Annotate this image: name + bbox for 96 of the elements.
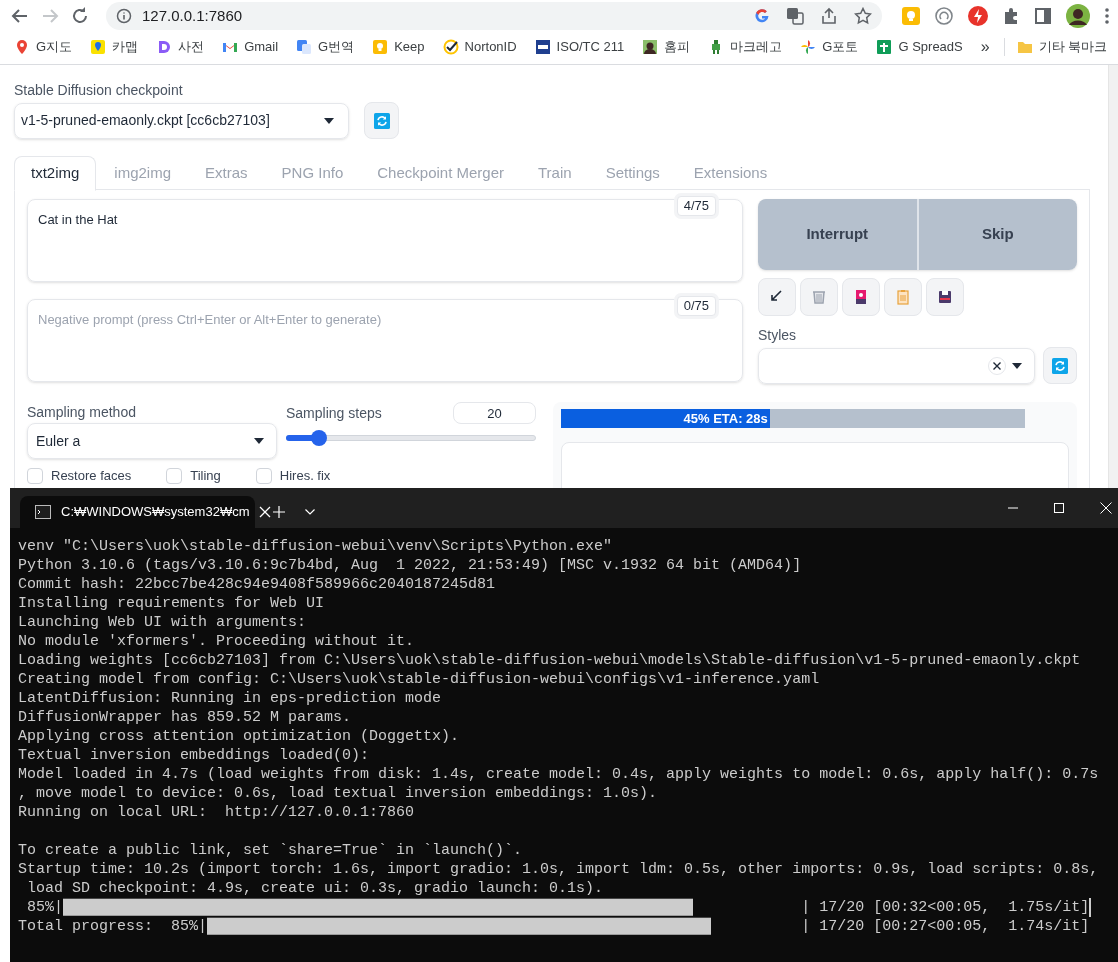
terminal-line: Applying cross attention optimization (Doggettx). — [18, 727, 460, 746]
field-label: Sampling method — [27, 403, 137, 421]
sampler-dropdown[interactable]: Euler a — [27, 423, 277, 459]
bookmark[interactable]: NortonID — [436, 34, 523, 59]
progress-fill: 45% ETA: 28s — [561, 409, 770, 428]
maximize-icon[interactable] — [1054, 503, 1064, 513]
terminal-line: Launching Web UI with arguments: — [18, 613, 307, 632]
terminal-line: Total progress: 85%|████████████████████████████████████████████████████████ | 17/20 [00:27<00:05, 1.74s/it] — [18, 917, 1090, 936]
tool-button[interactable] — [842, 278, 880, 316]
terminal-line: No module 'xformers'. Proceeding without it. — [18, 632, 415, 651]
checkbox[interactable]: Tiling — [166, 468, 221, 484]
translate-icon[interactable] — [786, 7, 804, 25]
close-icon[interactable] — [259, 506, 272, 518]
other-bookmarks[interactable]: 기타 북마크 — [1012, 36, 1112, 57]
bookmark[interactable]: 카맵 — [84, 34, 145, 59]
console-icon — [35, 505, 51, 519]
action-button[interactable]: Skip — [916, 199, 1077, 270]
avatar-icon[interactable] — [1066, 4, 1090, 28]
terminal-line: Commit hash: 22bcc7be428c94e9408f589966c2040187245d81 — [18, 575, 496, 594]
refresh-icon — [373, 112, 390, 129]
terminal-line: load SD checkpoint: 4.9s, create ui: 0.3s, gradio launch: 0.1s). — [26, 879, 604, 898]
field-label: Sampling steps — [286, 404, 382, 422]
terminal-line: LatentDiffusion: Running in eps-prediction mode — [18, 689, 442, 708]
terminal-line: Startup time: 10.2s (import torch: 1.6s, import gradio: 1.0s, import ldm: 0.5s, other imports: 0.9s, load scripts: 0.8s, — [18, 860, 1099, 879]
terminal-line: Running on local URL: http://127.0.0.1:7860 — [18, 803, 415, 822]
multicolor-g-icon — [754, 8, 770, 24]
checkbox[interactable]: Restore faces — [27, 468, 132, 484]
clear-icon[interactable] — [988, 356, 1006, 375]
token-counter: 4/75 — [676, 196, 716, 216]
pin-square-icon — [90, 38, 107, 55]
dictionary-icon — [156, 38, 173, 55]
info-icon — [116, 8, 132, 24]
terminal-line: To create a public link, set `share=True` in `launch()`. — [18, 841, 523, 860]
close-icon[interactable] — [1100, 502, 1112, 514]
square-icon — [534, 38, 551, 55]
address-bar[interactable]: 127.0.0.1:7860 — [106, 2, 882, 30]
field-label: Stable Diffusion checkpoint — [14, 81, 184, 99]
side-panel-icon[interactable] — [1034, 7, 1052, 25]
url-text: 127.0.0.1:7860 — [142, 5, 243, 26]
star-icon[interactable] — [854, 7, 872, 25]
bookmark[interactable]: Gmail — [216, 34, 285, 59]
chevron-down-icon[interactable] — [305, 509, 315, 515]
save-icon — [936, 288, 954, 306]
terminal-line: venv "C:\Users\uok\stable-diffusion-webui\venv\Scripts\Python.exe" — [18, 537, 613, 556]
trash-icon — [810, 288, 828, 306]
bookmark[interactable]: 홈피 — [636, 34, 697, 59]
terminal-line: Model loaded in 4.7s (load weights from disk: 1.4s, create model: 0.4s, apply weights to model: 0.6s, apply half(): 0.7s — [18, 765, 1099, 784]
more-icon[interactable] — [1104, 7, 1110, 25]
terminal-line: Creating model from config: C:\Users\uok\stable-diffusion-webui\configs\v1-inference.yaml — [18, 670, 820, 689]
extensions-icon[interactable] — [1002, 7, 1020, 25]
translate-icon — [296, 38, 313, 55]
terminal-line: DiffusionWrapper has 859.52 M params. — [18, 708, 352, 727]
bookmark[interactable]: G지도 — [8, 34, 79, 59]
tab[interactable]: txt2img — [14, 156, 97, 191]
refresh-button[interactable] — [1043, 347, 1077, 384]
caret-icon — [324, 117, 334, 124]
field-label: Styles — [758, 326, 798, 344]
overflow-button[interactable]: » — [974, 34, 996, 59]
scrollbar[interactable] — [1108, 65, 1118, 488]
bookmark[interactable]: Keep — [366, 34, 431, 59]
caret-icon — [1012, 362, 1022, 369]
terminal-line: Python 3.10.6 (tags/v3.10.6:9c7b4bd, Aug 1 2022, 21:53:49) [MSC v.1932 64 bit (AMD64)] — [18, 556, 802, 575]
steps-input[interactable]: 20 — [453, 402, 536, 424]
caret-icon — [254, 438, 264, 444]
clipboard-icon — [894, 288, 912, 306]
bookmark[interactable]: ISO/TC 211 — [528, 34, 631, 59]
bulb-icon — [372, 38, 389, 55]
tab-title: C:₩WINDOWS₩system32₩cm — [61, 503, 250, 522]
terminal-line: Loading weights [cc6cb27103] from C:\Users\uok\stable-diffusion-webui\models\Stable-diffusion\v1-5-pruned-emaonly.ckpt — [18, 651, 1081, 670]
steps-slider[interactable] — [286, 430, 536, 446]
spreadsheet-icon — [876, 38, 893, 55]
terminal-line: , move model to device: 0.6s, load textual inversion embeddings: 1.0s). — [18, 784, 658, 803]
plus-icon[interactable] — [273, 506, 285, 518]
action-button[interactable]: Interrupt — [758, 199, 917, 270]
tool-button[interactable] — [758, 278, 796, 316]
map-pin-icon — [14, 38, 30, 55]
terminal-line: Textual inversion embeddings loaded(0): — [18, 746, 370, 765]
token-counter: 0/75 — [676, 296, 716, 316]
checkbox[interactable]: Hires. fix — [255, 468, 331, 484]
bookmark[interactable]: 사전 — [150, 34, 211, 59]
checkmark-icon — [442, 38, 459, 55]
terminal-line: Installing requirements for Web UI — [18, 594, 325, 613]
refresh-button[interactable] — [364, 102, 399, 139]
checkpoint-dropdown[interactable]: v1-5-pruned-emaonly.ckpt [cc6cb27103] — [14, 102, 349, 139]
bookmark[interactable]: G번역 — [290, 34, 361, 59]
signal-ring-icon[interactable] — [934, 6, 954, 26]
bookmark[interactable]: G포토 — [794, 34, 865, 59]
share-icon[interactable] — [820, 7, 838, 25]
lightning-icon[interactable] — [968, 6, 988, 26]
refresh-icon — [1052, 357, 1068, 374]
terminal-line: 85%|██████████████████████████████████████████████████████████████████████ | 17/20 [00:32<00:05, 1.75s/it] — [26, 898, 1090, 917]
bookmark[interactable]: 마크레고 — [702, 34, 789, 59]
avatar-icon — [642, 38, 659, 55]
pinwheel-icon — [800, 38, 817, 55]
bookmark[interactable]: G SpreadS — [870, 34, 969, 59]
tool-button[interactable] — [926, 278, 964, 316]
